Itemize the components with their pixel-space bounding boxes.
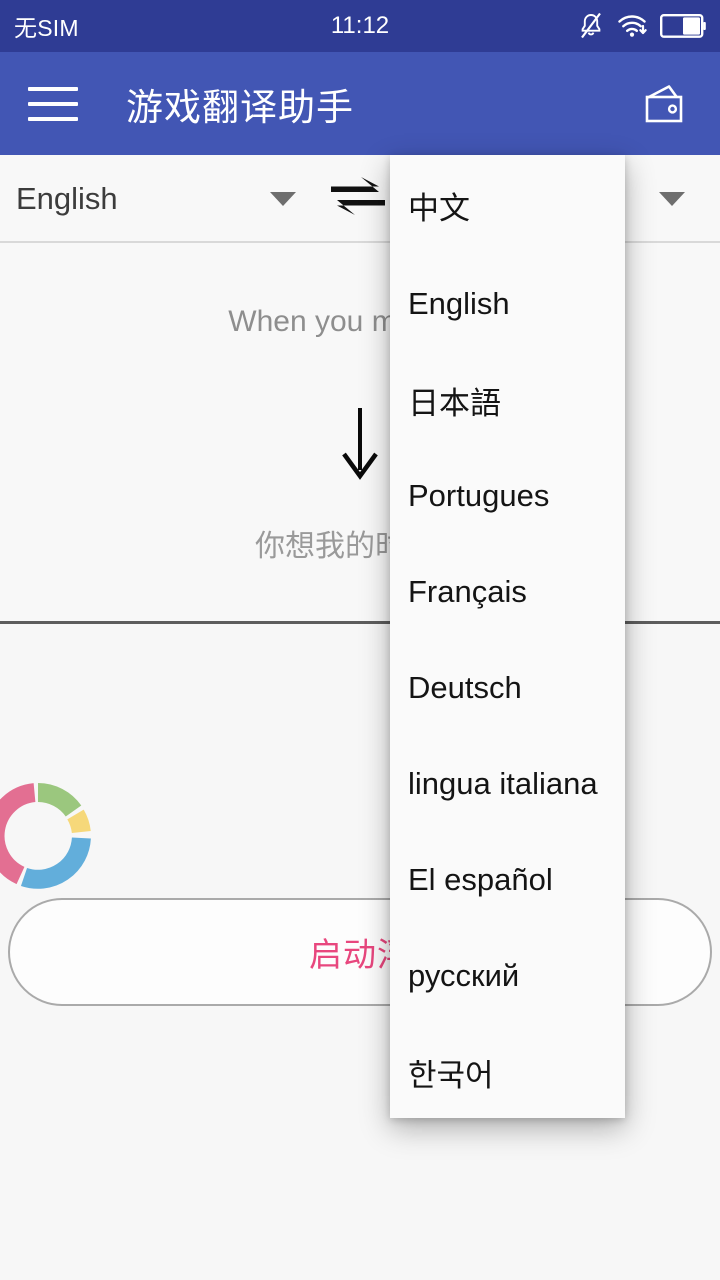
swap-arrows-icon xyxy=(327,174,389,223)
chevron-down-icon xyxy=(659,191,685,206)
source-language-selector[interactable]: English xyxy=(0,155,320,242)
app-screen: 无SIM 11:12 游戏翻译助手 English When you miss … xyxy=(0,0,720,1280)
dropdown-item-5[interactable]: Deutsch xyxy=(390,640,625,736)
status-icons xyxy=(578,12,706,40)
bell-muted-icon xyxy=(578,12,604,40)
dropdown-item-9[interactable]: 한국어 xyxy=(390,1024,625,1118)
battery-half-icon xyxy=(660,14,706,38)
app-bar: 游戏翻译助手 xyxy=(0,52,720,155)
hamburger-menu-icon[interactable] xyxy=(28,86,78,121)
wallet-icon[interactable] xyxy=(636,76,692,132)
swap-languages-button[interactable] xyxy=(320,174,396,223)
source-language-label: English xyxy=(16,180,118,216)
dropdown-item-3[interactable]: Portugues xyxy=(390,448,625,544)
dropdown-item-4[interactable]: Français xyxy=(390,544,625,640)
language-dropdown-menu[interactable]: 中文 English 日本語 Portugues Français Deutsc… xyxy=(390,155,625,1118)
dropdown-item-8[interactable]: русский xyxy=(390,928,625,1024)
hamburger-bar xyxy=(28,116,78,121)
carrier-label: 无SIM xyxy=(14,15,79,41)
status-bar: 无SIM 11:12 xyxy=(0,0,720,52)
dropdown-item-1[interactable]: English xyxy=(390,256,625,352)
dropdown-item-7[interactable]: El español xyxy=(390,832,625,928)
page-title: 游戏翻译助手 xyxy=(126,86,354,128)
color-ring-icon xyxy=(0,780,94,897)
dropdown-item-2[interactable]: 日本語 xyxy=(390,352,625,448)
hamburger-bar xyxy=(28,86,78,91)
dropdown-item-6[interactable]: lingua italiana xyxy=(390,736,625,832)
chevron-down-icon xyxy=(270,191,296,206)
dropdown-item-0[interactable]: 中文 xyxy=(390,155,625,256)
wifi-download-icon xyxy=(617,13,647,39)
hamburger-bar xyxy=(28,101,78,106)
